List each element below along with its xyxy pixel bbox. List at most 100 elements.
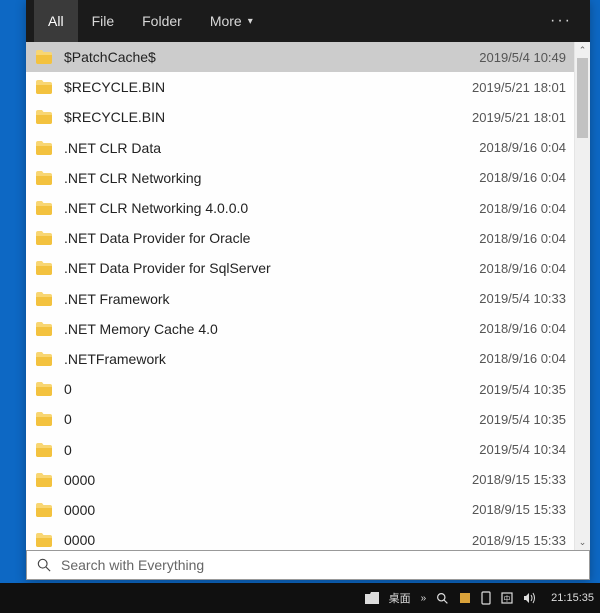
scroll-up-arrow[interactable]: ⌃ bbox=[575, 42, 590, 58]
folder-icon bbox=[36, 322, 52, 336]
folder-icon bbox=[36, 382, 52, 396]
file-name: $RECYCLE.BIN bbox=[64, 109, 472, 125]
folder-icon bbox=[36, 503, 52, 517]
file-row[interactable]: .NET CLR Networking2018/9/16 0:04 bbox=[26, 163, 574, 193]
file-row[interactable]: 02019/5/4 10:35 bbox=[26, 374, 574, 404]
file-date: 2018/9/16 0:04 bbox=[479, 351, 566, 366]
file-name: 0 bbox=[64, 411, 479, 427]
file-date: 2019/5/4 10:35 bbox=[479, 412, 566, 427]
file-name: .NET CLR Networking 4.0.0.0 bbox=[64, 200, 479, 216]
ime-icon[interactable]: 中 bbox=[501, 592, 513, 604]
volume-icon[interactable] bbox=[523, 592, 537, 604]
file-row[interactable]: 00002018/9/15 15:33 bbox=[26, 465, 574, 495]
file-row[interactable]: $RECYCLE.BIN2019/5/21 18:01 bbox=[26, 102, 574, 132]
file-row[interactable]: 02019/5/4 10:34 bbox=[26, 434, 574, 464]
file-date: 2019/5/21 18:01 bbox=[472, 80, 566, 95]
folder-icon bbox=[36, 171, 52, 185]
file-date: 2018/9/16 0:04 bbox=[479, 170, 566, 185]
file-row[interactable]: .NET Memory Cache 4.02018/9/16 0:04 bbox=[26, 314, 574, 344]
file-name: $RECYCLE.BIN bbox=[64, 79, 472, 95]
file-date: 2018/9/15 15:33 bbox=[472, 502, 566, 517]
file-name: 0000 bbox=[64, 502, 472, 518]
file-name: 0 bbox=[64, 442, 479, 458]
file-date: 2018/9/15 15:33 bbox=[472, 472, 566, 487]
folder-icon bbox=[36, 443, 52, 457]
folder-icon bbox=[36, 110, 52, 124]
search-input[interactable] bbox=[61, 557, 579, 573]
everything-window: All File Folder More ▾ ··· $PatchCache$2… bbox=[26, 0, 590, 580]
scroll-thumb[interactable] bbox=[577, 58, 588, 138]
taskbar-clock[interactable]: 21:15:35 bbox=[551, 592, 594, 604]
vertical-scrollbar[interactable]: ⌃ ⌄ bbox=[574, 42, 590, 550]
file-row[interactable]: .NET CLR Data2018/9/16 0:04 bbox=[26, 133, 574, 163]
file-list[interactable]: $PatchCache$2019/5/4 10:49$RECYCLE.BIN20… bbox=[26, 42, 574, 550]
file-row[interactable]: $PatchCache$2019/5/4 10:49 bbox=[26, 42, 574, 72]
scroll-down-arrow[interactable]: ⌄ bbox=[575, 534, 590, 550]
file-name: .NET Framework bbox=[64, 291, 479, 307]
file-name: .NET Data Provider for SqlServer bbox=[64, 260, 479, 276]
search-bar bbox=[26, 550, 590, 580]
file-date: 2019/5/21 18:01 bbox=[472, 110, 566, 125]
file-name: .NET Data Provider for Oracle bbox=[64, 230, 479, 246]
file-date: 2018/9/16 0:04 bbox=[479, 231, 566, 246]
explorer-icon[interactable] bbox=[365, 592, 379, 604]
tab-label: All bbox=[48, 13, 64, 29]
results-area: $PatchCache$2019/5/4 10:49$RECYCLE.BIN20… bbox=[26, 42, 590, 550]
folder-icon bbox=[36, 261, 52, 275]
file-name: .NET Memory Cache 4.0 bbox=[64, 321, 479, 337]
folder-icon bbox=[36, 352, 52, 366]
folder-icon bbox=[36, 412, 52, 426]
file-name: 0000 bbox=[64, 532, 472, 548]
tab-label: More bbox=[210, 13, 242, 29]
file-row[interactable]: .NET Framework2019/5/4 10:33 bbox=[26, 284, 574, 314]
tab-label: File bbox=[92, 13, 115, 29]
file-date: 2019/5/4 10:35 bbox=[479, 382, 566, 397]
file-name: .NET CLR Networking bbox=[64, 170, 479, 186]
file-row[interactable]: .NET Data Provider for SqlServer2018/9/1… bbox=[26, 253, 574, 283]
chevron-down-icon: ▾ bbox=[248, 16, 253, 27]
file-date: 2018/9/15 15:33 bbox=[472, 533, 566, 548]
folder-icon bbox=[36, 231, 52, 245]
toolbar: All File Folder More ▾ ··· bbox=[26, 0, 590, 42]
file-date: 2019/5/4 10:49 bbox=[479, 50, 566, 65]
file-date: 2019/5/4 10:34 bbox=[479, 442, 566, 457]
folder-icon bbox=[36, 141, 52, 155]
file-row[interactable]: 02019/5/4 10:35 bbox=[26, 404, 574, 434]
system-tray: 桌面 » 中 21:15:35 bbox=[365, 590, 594, 606]
tab-label: Folder bbox=[142, 13, 182, 29]
file-name: 0 bbox=[64, 381, 479, 397]
tab-more[interactable]: More ▾ bbox=[196, 0, 267, 42]
desktop-label[interactable]: 桌面 bbox=[389, 590, 411, 606]
file-row[interactable]: .NET CLR Networking 4.0.0.02018/9/16 0:0… bbox=[26, 193, 574, 223]
overflow-menu-button[interactable]: ··· bbox=[540, 12, 582, 30]
file-date: 2018/9/16 0:04 bbox=[479, 140, 566, 155]
security-icon[interactable] bbox=[459, 592, 471, 604]
scroll-track[interactable] bbox=[575, 58, 590, 534]
file-name: .NETFramework bbox=[64, 351, 479, 367]
file-row[interactable]: .NET Data Provider for Oracle2018/9/16 0… bbox=[26, 223, 574, 253]
folder-icon bbox=[36, 80, 52, 94]
file-row[interactable]: 00002018/9/15 15:33 bbox=[26, 525, 574, 550]
folder-icon bbox=[36, 533, 52, 547]
tab-folder[interactable]: Folder bbox=[128, 0, 196, 42]
file-name: .NET CLR Data bbox=[64, 140, 479, 156]
file-row[interactable]: $RECYCLE.BIN2019/5/21 18:01 bbox=[26, 72, 574, 102]
folder-icon bbox=[36, 50, 52, 64]
search-icon bbox=[37, 558, 51, 572]
file-row[interactable]: 00002018/9/15 15:33 bbox=[26, 495, 574, 525]
file-row[interactable]: .NETFramework2018/9/16 0:04 bbox=[26, 344, 574, 374]
file-name: $PatchCache$ bbox=[64, 49, 479, 65]
windows-taskbar: 桌面 » 中 21:15:35 bbox=[0, 583, 600, 613]
folder-icon bbox=[36, 201, 52, 215]
file-name: 0000 bbox=[64, 472, 472, 488]
search-tray-icon[interactable] bbox=[436, 592, 449, 605]
file-date: 2018/9/16 0:04 bbox=[479, 321, 566, 336]
svg-text:中: 中 bbox=[504, 594, 511, 603]
file-date: 2018/9/16 0:04 bbox=[479, 201, 566, 216]
device-icon[interactable] bbox=[481, 591, 491, 605]
folder-icon bbox=[36, 292, 52, 306]
file-date: 2019/5/4 10:33 bbox=[479, 291, 566, 306]
tab-file[interactable]: File bbox=[78, 0, 129, 42]
toolbar-divider: » bbox=[421, 593, 427, 604]
tab-all[interactable]: All bbox=[34, 0, 78, 42]
